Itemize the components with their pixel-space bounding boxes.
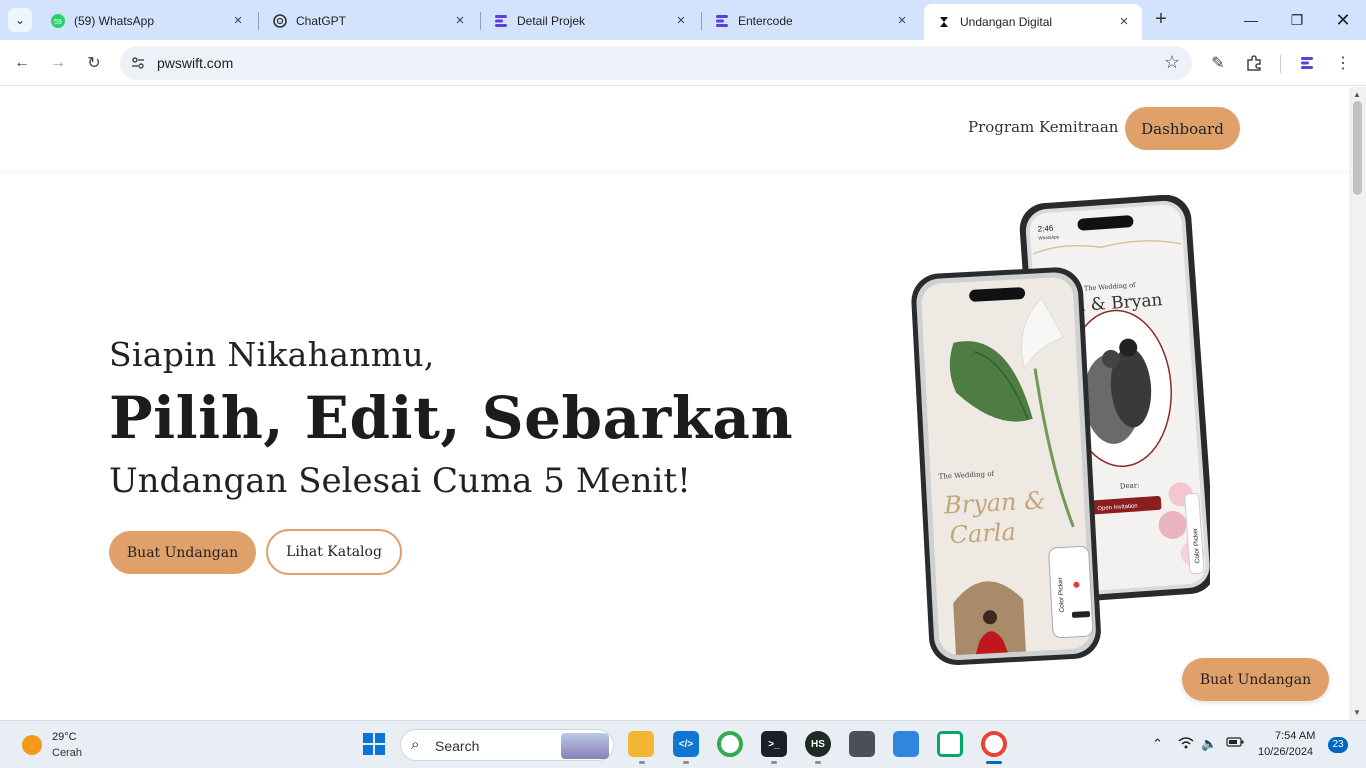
- tab-title: Entercode: [738, 14, 793, 28]
- hero-kicker: Siapin Nikahanmu,: [109, 335, 435, 374]
- vscode-icon[interactable]: </>: [673, 731, 699, 757]
- phone-mockup-illustration: 2:46 WhatsApp The Wedding of a & Bryan D…: [890, 194, 1216, 685]
- running-indicator: [639, 761, 645, 764]
- tab-title: ChatGPT: [296, 14, 347, 28]
- forward-icon[interactable]: →: [46, 51, 70, 75]
- entercode-icon: [714, 13, 730, 29]
- tab-chatgpt[interactable]: ChatGPT ×: [260, 6, 478, 36]
- back-phone-time: 2:46: [1037, 224, 1054, 234]
- pencil-icon[interactable]: ✎: [1206, 51, 1230, 75]
- dashboard-button[interactable]: Dashboard: [1125, 107, 1240, 150]
- windows-start-icon[interactable]: [361, 731, 387, 757]
- windows-taskbar: 29°C Cerah ⌕ Search </> >_ HS ⌃ 🔈 7:54 A…: [0, 720, 1366, 768]
- snipping-tool-icon[interactable]: [849, 731, 875, 757]
- close-icon[interactable]: ×: [673, 13, 689, 29]
- weather-temperature[interactable]: 29°C: [52, 731, 77, 743]
- tab-title: Undangan Digital: [960, 15, 1053, 29]
- profile-entercode-icon[interactable]: [1295, 51, 1319, 75]
- scrollbar-thumb[interactable]: [1353, 101, 1362, 195]
- chrome-profile-icon[interactable]: [717, 731, 743, 757]
- site-settings-icon[interactable]: [130, 55, 146, 71]
- lihat-katalog-button[interactable]: Lihat Katalog: [266, 529, 402, 575]
- close-icon[interactable]: ×: [894, 13, 910, 29]
- browser-toolbar: ← → ↻ pwswift.com ☆ ✎ ⋮: [0, 40, 1366, 86]
- scroll-up-arrow-icon[interactable]: ▲: [1353, 90, 1361, 99]
- toolbar-divider: [1280, 55, 1281, 73]
- weather-sun-icon[interactable]: [22, 735, 42, 755]
- front-phone-name1: Bryan &: [942, 486, 1046, 519]
- url-text[interactable]: pwswift.com: [157, 55, 233, 71]
- wifi-icon[interactable]: [1178, 736, 1194, 753]
- running-indicator: [683, 761, 689, 764]
- file-explorer-icon[interactable]: [628, 731, 654, 757]
- chevron-up-icon[interactable]: ⌃: [1152, 736, 1163, 752]
- buat-undangan-button[interactable]: Buat Undangan: [109, 531, 256, 574]
- kebab-menu-icon[interactable]: ⋮: [1331, 51, 1355, 75]
- tab-search-button[interactable]: ⌄: [8, 8, 32, 32]
- chatgpt-icon: [272, 13, 288, 29]
- new-tab-button[interactable]: +: [1150, 9, 1172, 31]
- volume-icon[interactable]: 🔈: [1201, 736, 1217, 752]
- clock-time[interactable]: 7:54 AM: [1275, 730, 1315, 742]
- scroll-down-arrow-icon[interactable]: ▼: [1353, 708, 1361, 717]
- battery-icon[interactable]: [1226, 736, 1244, 751]
- extensions-icon[interactable]: [1242, 51, 1266, 75]
- taskbar-search[interactable]: ⌕ Search: [400, 729, 614, 761]
- floating-buat-undangan-button[interactable]: Buat Undangan: [1182, 658, 1329, 701]
- bookmark-star-icon[interactable]: ☆: [1164, 52, 1180, 73]
- tab-undangan-digital[interactable]: Undangan Digital ×: [924, 4, 1142, 40]
- clock-date[interactable]: 10/26/2024: [1258, 746, 1313, 758]
- whatsapp-icon: 59: [50, 13, 66, 29]
- page-scrollbar[interactable]: ▲ ▼: [1349, 87, 1366, 720]
- restore-icon[interactable]: ❐: [1285, 8, 1309, 32]
- terminal-icon[interactable]: >_: [761, 731, 787, 757]
- running-indicator: [815, 761, 821, 764]
- tab-entercode[interactable]: Entercode ×: [702, 6, 920, 36]
- search-highlight-image: [561, 733, 609, 759]
- tab-strip: ⌄ 59 (59) WhatsApp × ChatGPT × Detail Pr…: [0, 0, 1366, 40]
- minimize-icon[interactable]: —: [1239, 8, 1263, 32]
- close-icon[interactable]: ×: [1116, 14, 1132, 30]
- program-kemitraan-link[interactable]: Program Kemitraan: [968, 118, 1118, 136]
- window-close-icon[interactable]: ✕: [1331, 8, 1355, 32]
- chevron-down-icon: ⌄: [14, 13, 26, 27]
- reload-icon[interactable]: ↻: [82, 51, 106, 75]
- hero-headline: Pilih, Edit, Sebarkan: [109, 384, 794, 452]
- entercode-icon: [493, 13, 509, 29]
- tab-whatsapp[interactable]: 59 (59) WhatsApp ×: [38, 6, 256, 36]
- back-phone-dear: Dear:: [1120, 481, 1140, 490]
- notepad-icon[interactable]: [893, 731, 919, 757]
- tab-title: Detail Projek: [517, 14, 586, 28]
- chrome-icon[interactable]: [981, 731, 1007, 757]
- address-bar[interactable]: pwswift.com ☆: [120, 46, 1192, 80]
- google-meet-icon[interactable]: [937, 731, 963, 757]
- taskbar-search-label: Search: [435, 738, 480, 754]
- close-icon[interactable]: ×: [230, 13, 246, 29]
- weather-description[interactable]: Cerah: [52, 747, 82, 759]
- pwswift-icon: [936, 14, 952, 30]
- hero-subheadline: Undangan Selesai Cuma 5 Menit!: [109, 461, 691, 501]
- close-icon[interactable]: ×: [452, 13, 468, 29]
- tab-detail-projek[interactable]: Detail Projek ×: [481, 6, 699, 36]
- notification-badge[interactable]: 23: [1328, 737, 1348, 753]
- tab-title: (59) WhatsApp: [74, 14, 155, 28]
- front-phone-name2: Carla: [949, 518, 1017, 549]
- active-app-indicator: [986, 761, 1002, 764]
- tab-separator: [258, 12, 259, 30]
- hs-app-icon[interactable]: HS: [805, 731, 831, 757]
- front-phone: The Wedding of Bryan & Carla Color Picke…: [911, 267, 1101, 666]
- running-indicator: [771, 761, 777, 764]
- web-page: Program Kemitraan Dashboard Siapin Nikah…: [0, 87, 1349, 720]
- svg-text:59: 59: [54, 19, 62, 26]
- site-header: Program Kemitraan Dashboard: [0, 87, 1349, 170]
- search-icon: ⌕: [411, 736, 420, 753]
- back-icon[interactable]: ←: [10, 51, 34, 75]
